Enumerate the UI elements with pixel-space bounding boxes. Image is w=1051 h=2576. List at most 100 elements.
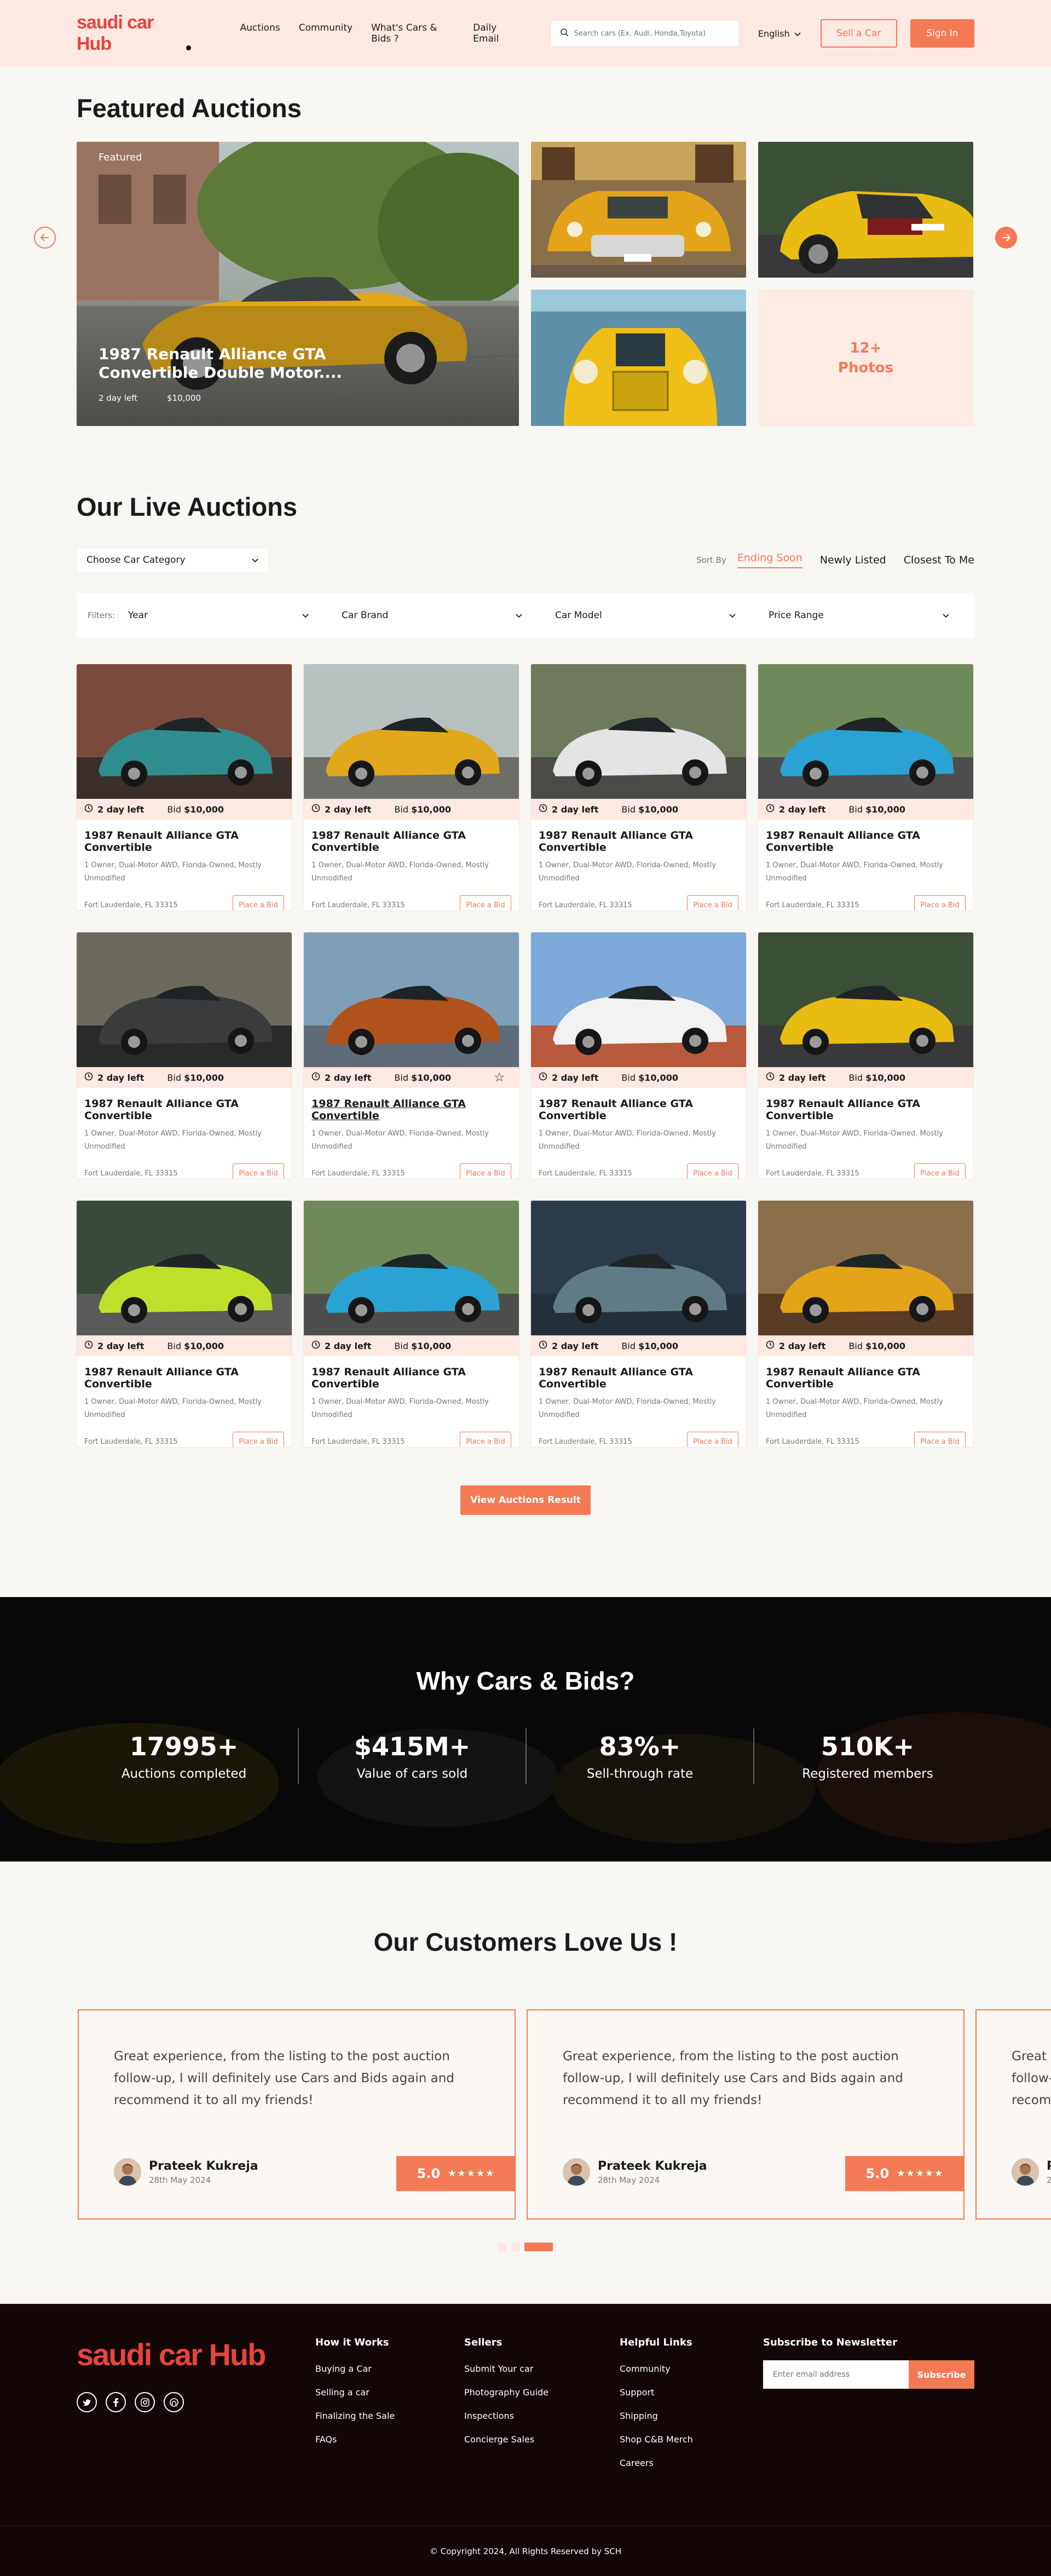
place-bid-button[interactable]: Place a Bid [233,1432,284,1447]
place-bid-button[interactable]: Place a Bid [233,1163,284,1179]
auction-card[interactable]: 2 day left Bid $10,000 1987 Renault Alli… [77,664,292,910]
filter-car-model[interactable]: Car Model [548,604,742,626]
auction-card-image[interactable] [304,932,519,1067]
place-bid-button[interactable]: Place a Bid [687,1163,738,1179]
star-icon[interactable]: ☆ [494,1071,505,1085]
auction-card-image[interactable] [531,1201,746,1335]
github-icon[interactable] [164,2392,184,2412]
prev-arrow-button[interactable] [34,227,56,249]
auction-card-image[interactable] [304,1201,519,1335]
auction-card[interactable]: 2 day left Bid $10,000 1987 Renault Alli… [758,932,973,1179]
featured-thumb-3[interactable] [531,290,746,426]
filter-year[interactable]: Year [122,604,315,626]
sort-newly-listed[interactable]: Newly Listed [820,554,886,566]
auction-card-title[interactable]: 1987 Renault Alliance GTA Convertible [311,1098,511,1122]
place-bid-button[interactable]: Place a Bid [460,1432,511,1447]
filter-car-brand[interactable]: Car Brand [335,604,529,626]
auction-card-image[interactable] [531,932,746,1067]
slider-dot[interactable] [498,2243,507,2251]
auction-card-title[interactable]: 1987 Renault Alliance GTA Convertible [84,1098,284,1122]
view-auctions-result-button[interactable]: View Auctions Result [460,1485,591,1515]
place-bid-button[interactable]: Place a Bid [687,895,738,910]
auction-card[interactable]: 2 day left Bid $10,000 1987 Renault Alli… [531,1201,746,1447]
footer-link[interactable]: Inspections [464,2411,620,2421]
sort-closest[interactable]: Closest To Me [904,554,974,566]
place-bid-button[interactable]: Place a Bid [460,1163,511,1179]
auction-card-image[interactable] [531,664,746,799]
auction-card-image[interactable] [77,1201,292,1335]
auction-card[interactable]: 2 day left Bid $10,000 ☆ 1987 Renault Al… [304,932,519,1179]
slider-dot-active[interactable] [524,2243,553,2251]
auction-card[interactable]: 2 day left Bid $10,000 1987 Renault Alli… [758,664,973,910]
place-bid-button[interactable]: Place a Bid [914,895,966,910]
place-bid-button[interactable]: Place a Bid [914,1432,966,1447]
footer-link[interactable]: Photography Guide [464,2387,620,2398]
sell-car-button[interactable]: Sell a Car [820,19,897,48]
nav-whats-cars-bids[interactable]: What's Cars & Bids ? [371,22,454,44]
sort-ending-soon[interactable]: Ending Soon [737,552,802,568]
auction-card-title[interactable]: 1987 Renault Alliance GTA Convertible [766,1366,966,1390]
auction-card-image[interactable] [758,1201,973,1335]
auction-card[interactable]: 2 day left Bid $10,000 1987 Renault Alli… [531,932,746,1179]
category-select[interactable]: Choose Car Category [77,548,268,572]
footer-link[interactable]: Finalizing the Sale [315,2411,464,2421]
featured-thumb-2[interactable] [758,142,973,278]
auction-card-title[interactable]: 1987 Renault Alliance GTA Convertible [539,829,738,854]
sign-in-button[interactable]: Sign In [910,19,975,48]
footer-link[interactable]: Buying a Car [315,2364,464,2374]
twitter-icon[interactable] [77,2392,97,2412]
auction-card-strip: 2 day left Bid $10,000 [531,1067,746,1088]
instagram-icon[interactable] [135,2392,155,2412]
featured-car-title[interactable]: 1987 Renault Alliance GTA Convertible Do… [99,345,383,382]
auction-card[interactable]: 2 day left Bid $10,000 1987 Renault Alli… [758,1201,973,1447]
place-bid-button[interactable]: Place a Bid [687,1432,738,1447]
footer-link[interactable]: Shop C&B Merch [620,2434,763,2445]
filter-price-range[interactable]: Price Range [762,604,956,626]
place-bid-button[interactable]: Place a Bid [233,895,284,910]
footer-link[interactable]: Submit Your car [464,2364,620,2374]
auction-card-title[interactable]: 1987 Renault Alliance GTA Convertible [84,1366,284,1390]
footer-link[interactable]: Shipping [620,2411,763,2421]
more-photos-tile[interactable]: 12+ Photos [758,290,973,426]
auction-card-title[interactable]: 1987 Renault Alliance GTA Convertible [311,1366,511,1390]
next-arrow-button[interactable] [995,227,1017,249]
footer-link[interactable]: Careers [620,2458,763,2468]
auction-card[interactable]: 2 day left Bid $10,000 1987 Renault Alli… [77,1201,292,1447]
auction-card-image[interactable] [77,932,292,1067]
auction-card[interactable]: 2 day left Bid $10,000 1987 Renault Alli… [304,1201,519,1447]
auction-card-title[interactable]: 1987 Renault Alliance GTA Convertible [311,829,511,854]
nav-daily-email[interactable]: Daily Email [473,22,518,44]
footer-link[interactable]: FAQs [315,2434,464,2445]
search-input[interactable] [574,29,730,38]
auction-card-image[interactable] [758,932,973,1067]
place-bid-button[interactable]: Place a Bid [914,1163,966,1179]
auction-card-image[interactable] [758,664,973,799]
place-bid-button[interactable]: Place a Bid [460,895,511,910]
auction-card-image[interactable] [304,664,519,799]
facebook-icon[interactable] [106,2392,126,2412]
newsletter-email-input[interactable] [763,2360,909,2389]
language-select[interactable]: English [758,28,801,39]
auction-card-title[interactable]: 1987 Renault Alliance GTA Convertible [84,829,284,854]
auction-card-title[interactable]: 1987 Renault Alliance GTA Convertible [539,1098,738,1122]
subscribe-button[interactable]: Subscribe [909,2360,974,2389]
footer-logo[interactable]: saudi car Hub [77,2337,315,2372]
auction-card-title[interactable]: 1987 Renault Alliance GTA Convertible [766,829,966,854]
footer-link[interactable]: Selling a car [315,2387,464,2398]
auction-card[interactable]: 2 day left Bid $10,000 1987 Renault Alli… [531,664,746,910]
footer-link[interactable]: Concierge Sales [464,2434,620,2445]
auction-card-title[interactable]: 1987 Renault Alliance GTA Convertible [766,1098,966,1122]
auction-card-title[interactable]: 1987 Renault Alliance GTA Convertible [539,1366,738,1390]
nav-community[interactable]: Community [299,22,353,44]
slider-dot[interactable] [511,2243,520,2251]
logo[interactable]: saudi car Hub [77,12,191,55]
footer-link[interactable]: Community [620,2364,763,2374]
footer-link[interactable]: Support [620,2387,763,2398]
bid-amount: Bid $10,000 [621,1341,678,1351]
auction-card-image[interactable] [77,664,292,799]
auction-card[interactable]: 2 day left Bid $10,000 1987 Renault Alli… [77,932,292,1179]
featured-main-image[interactable]: Featured 1987 Renault Alliance GTA Conve… [77,142,519,426]
nav-auctions[interactable]: Auctions [240,22,280,44]
featured-thumb-1[interactable] [531,142,746,278]
auction-card[interactable]: 2 day left Bid $10,000 1987 Renault Alli… [304,664,519,910]
